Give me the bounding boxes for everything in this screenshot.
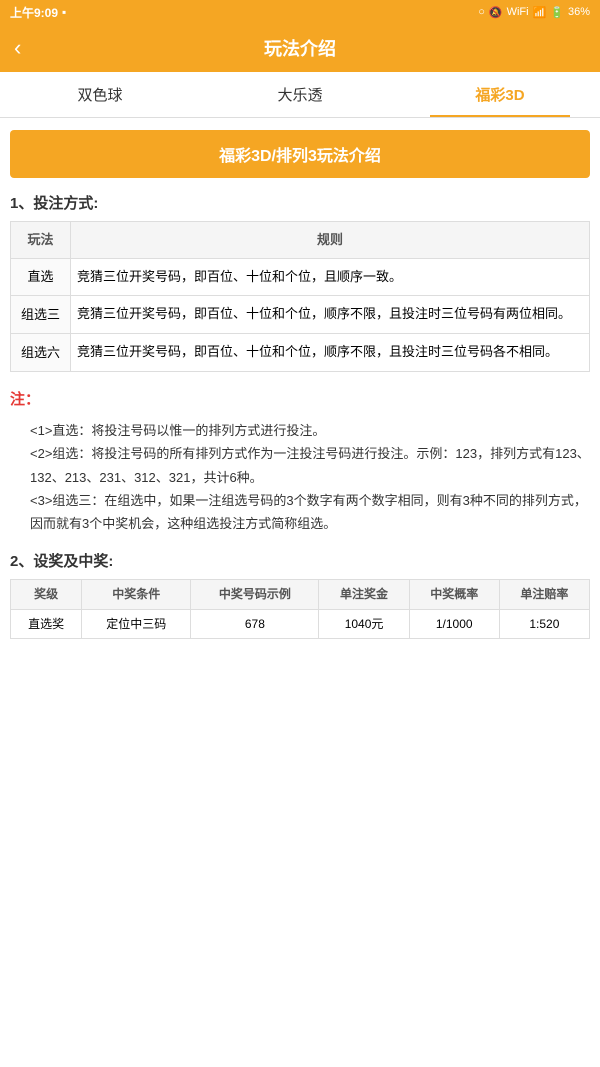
game-rule-zhixuan: 竞猜三位开奖号码，即百位、十位和个位，且顺序一致。 [71,258,590,296]
prize-ratio: 1:520 [499,609,589,639]
status-icons: ○ 🔕 WiFi 📶 🔋 36% [478,6,590,19]
section2-title: 2、设奖及中奖: [10,550,590,571]
prize-example: 678 [191,609,319,639]
tab-shuangseqiu[interactable]: 双色球 [0,72,200,117]
game-name-zuxuan3: 组选三 [11,296,71,334]
battery-icon: 🔋 [550,6,564,19]
notes-title: 注： [10,386,590,413]
time-text: 上午9:09 [10,4,58,21]
table-row: 直选 竞猜三位开奖号码，即百位、十位和个位，且顺序一致。 [11,258,590,296]
status-bar: 上午9:09 ▪ ○ 🔕 WiFi 📶 🔋 36% [0,0,600,24]
note-item-2: <2>组选：将投注号码的所有排列方式作为一注投注号码进行投注。示例：123，排列… [10,442,590,489]
back-button[interactable]: ‹ [14,35,21,61]
battery-text: 36% [568,6,590,18]
sim-icon: ▪ [62,5,66,19]
tab-daletou[interactable]: 大乐透 [200,72,400,117]
mute-icon: 🔕 [489,6,503,19]
prize-level: 直选奖 [11,609,82,639]
prize-row: 直选奖 定位中三码 678 1040元 1/1000 1:520 [11,609,590,639]
tab-fucai3d[interactable]: 福彩3D [400,72,600,117]
notes-section: 注： <1>直选：将投注号码以惟一的排列方式进行投注。 <2>组选：将投注号码的… [10,386,590,536]
main-content: 福彩3D/排列3玩法介绍 1、投注方式: 玩法 规则 直选 竞猜三位开奖号码，即… [0,118,600,651]
prize-col-level: 奖级 [11,579,82,609]
header: ‹ 玩法介绍 [0,24,600,72]
col-header-game: 玩法 [11,222,71,259]
prize-amount: 1040元 [319,609,409,639]
game-name-zhixuan: 直选 [11,258,71,296]
wifi-icon: WiFi [507,6,529,18]
section1-title: 1、投注方式: [10,192,590,213]
header-title: 玩法介绍 [264,35,336,61]
table-row: 组选六 竞猜三位开奖号码，即百位、十位和个位，顺序不限，且投注时三位号码各不相同… [11,334,590,372]
prize-table: 奖级 中奖条件 中奖号码示例 单注奖金 中奖概率 单注赔率 直选奖 定位中三码 … [10,579,590,640]
prize-condition: 定位中三码 [82,609,191,639]
signal-icon: 📶 [533,6,547,19]
ring-icon: ○ [478,6,485,18]
tabs-bar: 双色球 大乐透 福彩3D [0,72,600,118]
prize-probability: 1/1000 [409,609,499,639]
prize-col-example: 中奖号码示例 [191,579,319,609]
prize-col-ratio: 单注赔率 [499,579,589,609]
game-rule-zuxuan6: 竞猜三位开奖号码，即百位、十位和个位，顺序不限，且投注时三位号码各不相同。 [71,334,590,372]
status-time: 上午9:09 ▪ [10,4,66,21]
game-name-zuxuan6: 组选六 [11,334,71,372]
betting-table: 玩法 规则 直选 竞猜三位开奖号码，即百位、十位和个位，且顺序一致。 组选三 竞… [10,221,590,372]
prize-col-probability: 中奖概率 [409,579,499,609]
table-row: 组选三 竞猜三位开奖号码，即百位、十位和个位，顺序不限，且投注时三位号码有两位相… [11,296,590,334]
prize-col-condition: 中奖条件 [82,579,191,609]
prize-col-prize: 单注奖金 [319,579,409,609]
banner: 福彩3D/排列3玩法介绍 [10,130,590,178]
note-item-3: <3>组选三：在组选中，如果一注组选号码的3个数字有两个数字相同，则有3种不同的… [10,489,590,536]
game-rule-zuxuan3: 竞猜三位开奖号码，即百位、十位和个位，顺序不限，且投注时三位号码有两位相同。 [71,296,590,334]
note-item-1: <1>直选：将投注号码以惟一的排列方式进行投注。 [10,419,590,442]
col-header-rule: 规则 [71,222,590,259]
